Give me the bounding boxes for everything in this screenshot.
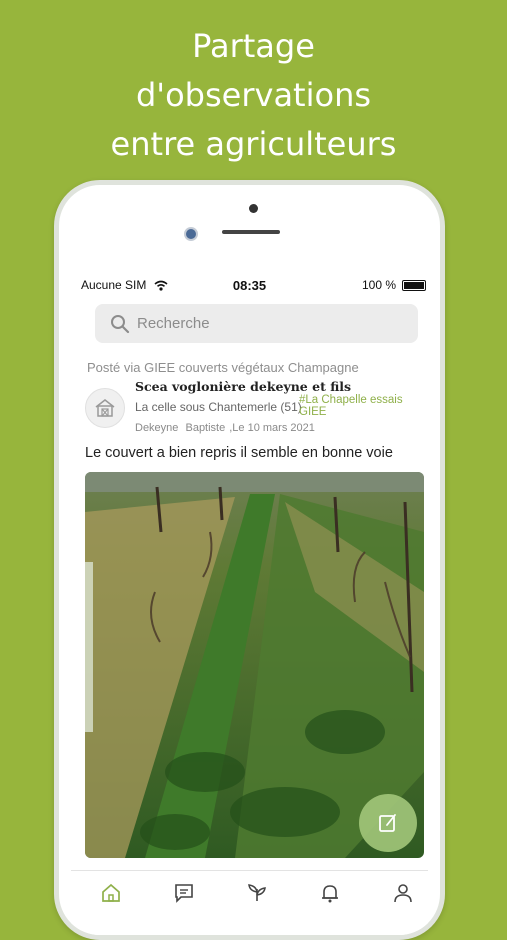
location-name: La celle sous Chantemerle [135, 400, 278, 414]
post-text: Le couvert a bien repris il semble en bo… [85, 445, 393, 461]
author-first-name: Baptiste [185, 422, 226, 434]
app-screen: Aucune SIM 08:35 100 % Recherche Posté v… [71, 265, 428, 935]
search-icon [111, 314, 130, 333]
bottom-tab-bar [71, 870, 428, 931]
search-bar[interactable]: Recherche [95, 304, 418, 343]
headline-line-1: Partage [192, 27, 315, 65]
crop-icon[interactable] [245, 881, 269, 905]
promo-headline: Partage d'observations entre agriculteur… [0, 22, 507, 169]
bell-icon[interactable] [318, 881, 342, 905]
profile-icon[interactable] [391, 881, 415, 905]
posted-via-label: Posté via GIEE couverts végétaux Champag… [87, 360, 359, 375]
earpiece-speaker [222, 230, 280, 234]
battery-icon [402, 279, 426, 291]
author-name[interactable]: Scea voglonière dekeyne et fils [135, 379, 351, 394]
front-camera [184, 227, 198, 241]
status-bar: Aucune SIM 08:35 100 % [71, 265, 428, 305]
phone-frame: Aucune SIM 08:35 100 % Recherche Posté v… [54, 180, 445, 940]
post-meta: Dekeyne Baptiste ,Le 10 mars 2021 [135, 422, 319, 434]
search-input[interactable]: Recherche [137, 315, 210, 332]
battery-percent: 100 % [361, 278, 396, 292]
author-location: La celle sous Chantemerle (51) [135, 400, 302, 414]
headline-line-2: d'observations [135, 76, 372, 114]
author-last-name: Dekeyne [135, 422, 179, 434]
post-date: ,Le 10 mars 2021 [229, 422, 315, 434]
message-icon[interactable] [172, 881, 196, 905]
farm-icon [95, 399, 115, 417]
new-post-button[interactable] [359, 794, 417, 852]
group-tag[interactable]: #La Chapelle essais GIEE [299, 394, 428, 418]
sensor-dot [249, 204, 258, 213]
author-avatar[interactable] [85, 388, 125, 428]
compose-icon [379, 814, 396, 832]
headline-line-3: entre agriculteurs [110, 125, 397, 163]
home-icon[interactable] [99, 881, 123, 905]
